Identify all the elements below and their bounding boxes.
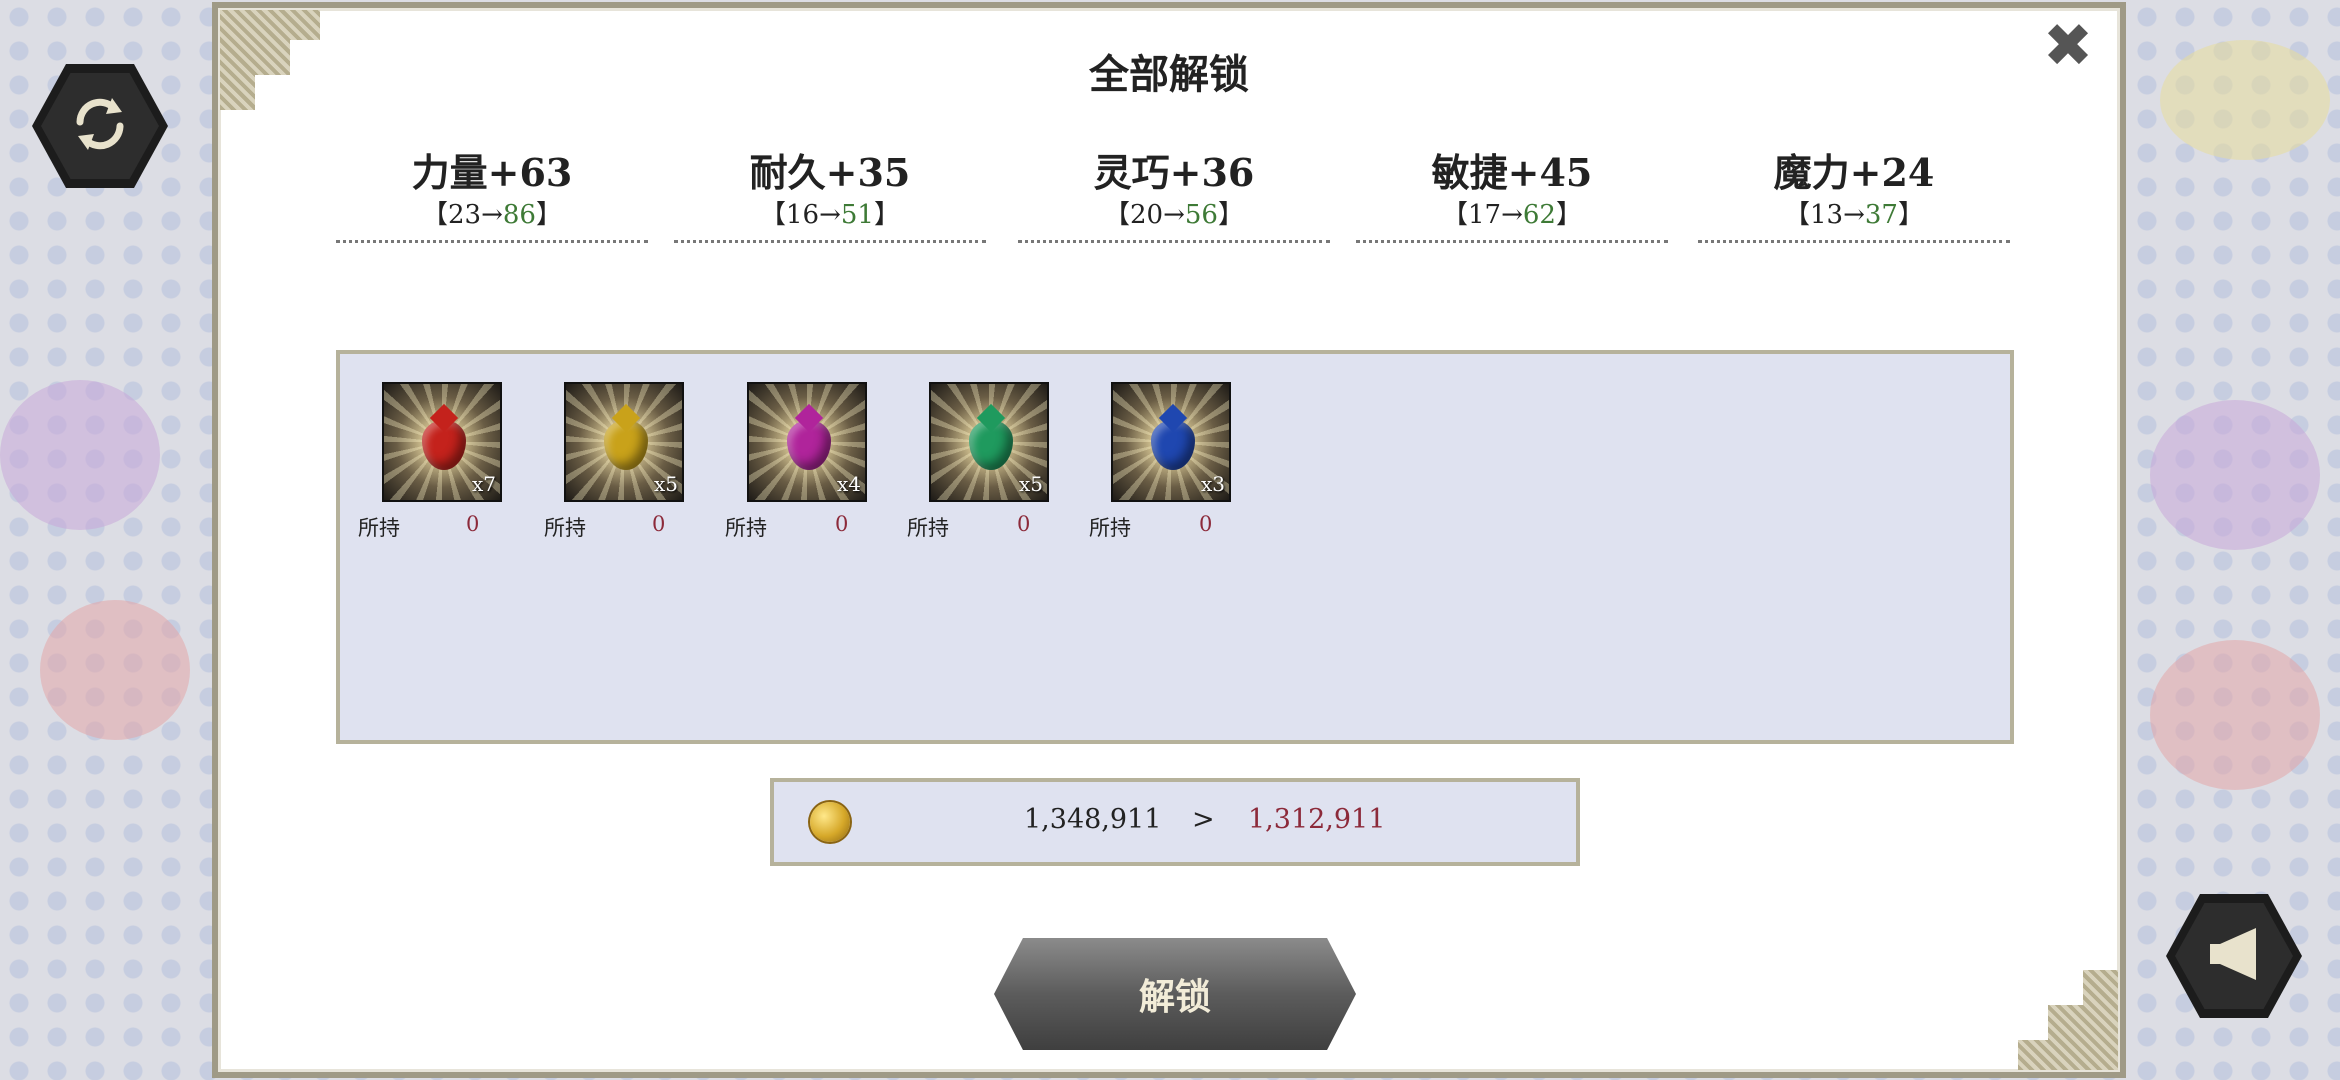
item-red-gem[interactable]: x7 所持 0 bbox=[358, 382, 532, 542]
item-count: x4 bbox=[836, 472, 861, 496]
back-arrow-icon bbox=[2202, 922, 2266, 990]
item-yellow-gem[interactable]: x5 所持 0 bbox=[544, 382, 714, 542]
held-label: 所持 bbox=[1089, 516, 1131, 540]
held-label: 所持 bbox=[544, 516, 586, 540]
held-value: 0 bbox=[1017, 512, 1031, 536]
stat-range: 【23→86】 bbox=[422, 200, 562, 230]
item-count: x7 bbox=[471, 472, 496, 496]
bg-decoration bbox=[2150, 640, 2320, 790]
stat-name: 耐久+35 bbox=[749, 150, 911, 195]
corner-decoration bbox=[2018, 970, 2118, 1070]
required-items-panel: x7 所持 0 x5 所持 0 x4 所持 0 x5 所持 0 x3 所持 0 bbox=[336, 350, 2014, 744]
bg-decoration bbox=[40, 600, 190, 740]
unlock-button[interactable]: 解锁 bbox=[994, 938, 1356, 1050]
stat-endurance: 耐久+35 【16→51】 bbox=[674, 148, 986, 243]
item-count: x5 bbox=[653, 472, 678, 496]
gold-arrow: > bbox=[1192, 804, 1215, 835]
held-value: 0 bbox=[1199, 512, 1213, 536]
stat-name: 力量+63 bbox=[411, 150, 573, 195]
held-value: 0 bbox=[466, 512, 480, 536]
stat-range: 【16→51】 bbox=[760, 200, 900, 230]
item-green-gem[interactable]: x5 所持 0 bbox=[907, 382, 1079, 542]
stat-name: 敏捷+45 bbox=[1431, 150, 1593, 195]
bg-decoration bbox=[2160, 40, 2330, 160]
stat-dexterity: 灵巧+36 【20→56】 bbox=[1018, 148, 1330, 243]
gold-cost-panel: 1,348,911 > 1,312,911 bbox=[770, 778, 1580, 866]
stat-magic: 魔力+24 【13→37】 bbox=[1698, 148, 2010, 243]
item-magenta-gem[interactable]: x4 所持 0 bbox=[725, 382, 897, 542]
item-count: x5 bbox=[1018, 472, 1043, 496]
item-blue-gem[interactable]: x3 所持 0 bbox=[1089, 382, 1261, 542]
held-label: 所持 bbox=[725, 516, 767, 540]
stat-name: 灵巧+36 bbox=[1093, 150, 1255, 195]
gold-current: 1,348,911 bbox=[1024, 804, 1162, 835]
held-value: 0 bbox=[835, 512, 849, 536]
dialog-title: 全部解锁 bbox=[1089, 51, 1249, 98]
stat-strength: 力量+63 【23→86】 bbox=[336, 148, 648, 243]
gold-coin-icon bbox=[810, 802, 850, 842]
stat-name: 魔力+24 bbox=[1773, 150, 1935, 195]
held-label: 所持 bbox=[358, 516, 400, 540]
unlock-all-dialog: ✖ 全部解锁 力量+63 【23→86】 耐久+35 【16→51】 灵巧+36… bbox=[212, 2, 2126, 1078]
item-count: x3 bbox=[1200, 472, 1225, 496]
held-value: 0 bbox=[652, 512, 666, 536]
held-label: 所持 bbox=[907, 516, 949, 540]
stat-range: 【17→62】 bbox=[1442, 200, 1582, 230]
gold-after: 1,312,911 bbox=[1248, 804, 1386, 835]
bg-decoration bbox=[0, 380, 160, 530]
bg-decoration bbox=[2150, 400, 2320, 550]
stat-agility: 敏捷+45 【17→62】 bbox=[1356, 148, 1668, 243]
stat-range: 【13→37】 bbox=[1784, 200, 1924, 230]
stat-increase-list: 力量+63 【23→86】 耐久+35 【16→51】 灵巧+36 【20→56… bbox=[336, 148, 2016, 258]
refresh-icon bbox=[68, 92, 132, 160]
stat-range: 【20→56】 bbox=[1104, 200, 1244, 230]
